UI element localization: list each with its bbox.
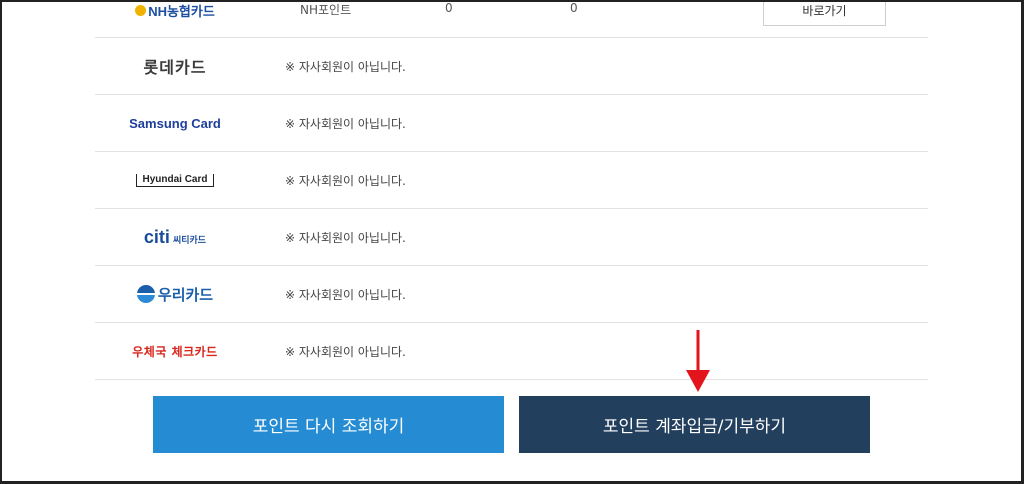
not-member-message: ※ 자사회원이 아닙니다. — [285, 287, 406, 302]
woori-ball-icon — [136, 285, 155, 303]
citi-logo-text: citi — [143, 227, 170, 247]
post-card-logo: 우체국 체크카드 — [95, 323, 255, 379]
table-row: 우체국 체크카드 ※ 자사회원이 아닙니다. — [95, 323, 928, 380]
hyundai-card-logo: Hyundai Card — [95, 152, 255, 208]
woori-card-logo: 우리카드 — [95, 266, 255, 322]
card-points-table: NH농협카드 NH포인트 0 0 바로가기 롯데카드 ※ 자사회원이 아닙니다.… — [95, 0, 928, 380]
go-button[interactable]: 바로가기 — [763, 0, 886, 26]
point-value-1: 0 — [445, 1, 453, 15]
point-value-2: 0 — [570, 1, 578, 15]
table-row: Samsung Card ※ 자사회원이 아닙니다. — [95, 95, 928, 152]
table-row: 우리카드 ※ 자사회원이 아닙니다. — [95, 266, 928, 323]
lotte-card-logo: 롯데카드 — [95, 38, 255, 94]
point-name: NH포인트 — [300, 3, 352, 17]
nh-card-logo: NH농협카드 — [95, 0, 255, 37]
table-row: Hyundai Card ※ 자사회원이 아닙니다. — [95, 152, 928, 209]
woori-logo-text: 우리카드 — [157, 285, 214, 304]
nh-mark-icon — [135, 5, 147, 16]
red-arrow-down-icon — [686, 330, 710, 392]
citi-logo-sub: 씨티카드 — [172, 236, 207, 246]
lotte-logo-text: 롯데카드 — [143, 58, 207, 77]
nh-logo-text: NH농협카드 — [148, 4, 215, 19]
deposit-donate-button[interactable]: 포인트 계좌입금/기부하기 — [519, 396, 870, 453]
not-member-message: ※ 자사회원이 아닙니다. — [285, 59, 406, 74]
not-member-message: ※ 자사회원이 아닙니다. — [285, 230, 406, 245]
refresh-points-button[interactable]: 포인트 다시 조회하기 — [153, 396, 504, 453]
post-logo-text: 우체국 체크카드 — [132, 344, 218, 359]
citi-card-logo: citi 씨티카드 — [95, 209, 255, 265]
hyundai-logo-text: Hyundai Card — [136, 173, 214, 187]
table-row: 롯데카드 ※ 자사회원이 아닙니다. — [95, 38, 928, 95]
table-row-nh: NH농협카드 NH포인트 0 0 바로가기 — [95, 0, 928, 38]
not-member-message: ※ 자사회원이 아닙니다. — [285, 344, 406, 359]
not-member-message: ※ 자사회원이 아닙니다. — [285, 116, 406, 131]
samsung-card-logo: Samsung Card — [95, 95, 255, 151]
not-member-message: ※ 자사회원이 아닙니다. — [285, 173, 406, 188]
table-row: citi 씨티카드 ※ 자사회원이 아닙니다. — [95, 209, 928, 266]
samsung-logo-text: Samsung Card — [129, 115, 221, 131]
